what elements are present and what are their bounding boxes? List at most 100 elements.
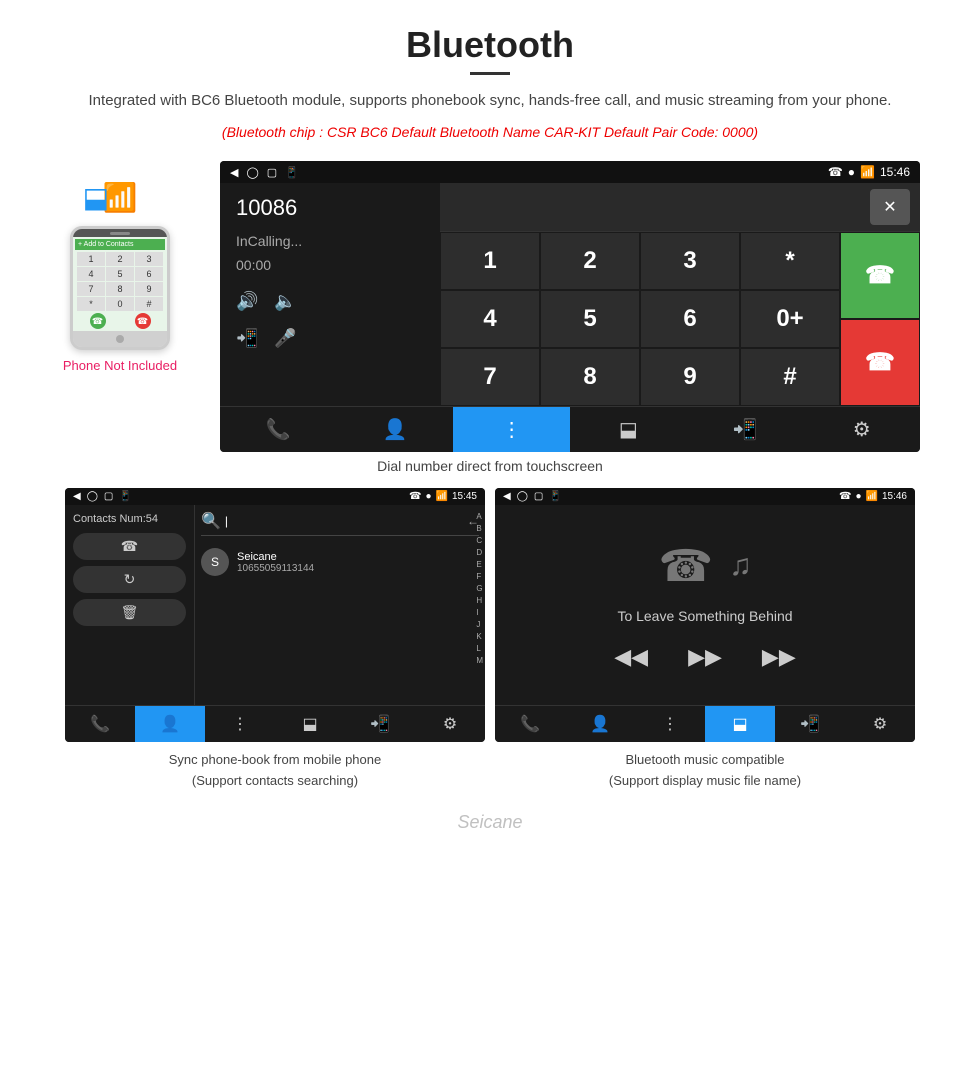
- microphone-icon[interactable]: 🎤: [274, 328, 296, 349]
- contacts-screen: ◀ ◯ ▢ 📱 ☎ ● 📶 15:45 Contacts Num:54 ☎: [65, 488, 485, 742]
- dial-right-panel: ✕ 1 2 3 * 4 5 6 0+: [440, 183, 920, 406]
- music-nav-transfer[interactable]: 📲: [775, 706, 845, 742]
- contact-number: 10655059113144: [237, 563, 314, 574]
- alpha-scroll-list[interactable]: A B C D E F G H I J K L M: [476, 511, 483, 667]
- alpha-c[interactable]: C: [476, 535, 483, 547]
- music-recents-icon: ▢: [534, 491, 543, 502]
- phone-bottom-bar: [73, 331, 167, 347]
- call-button[interactable]: ☎: [840, 232, 920, 319]
- contacts-sync-btn[interactable]: ↻: [73, 566, 186, 593]
- backspace-button[interactable]: ✕: [870, 189, 910, 225]
- bottom-captions: Sync phone-book from mobile phone(Suppor…: [60, 750, 920, 792]
- dial-number: 10086: [236, 195, 424, 221]
- key-star[interactable]: *: [740, 232, 840, 290]
- key-2[interactable]: 2: [540, 232, 640, 290]
- main-screen-section: ◀ ◯ ▢ 📱 ☎ ● 📶 15:46: [220, 161, 980, 452]
- key-9[interactable]: 9: [640, 348, 740, 406]
- status-bar-left: ◀ ◯ ▢ 📱: [230, 166, 299, 179]
- contacts-nav-keypad[interactable]: ⋮: [205, 706, 275, 742]
- key-6: 6: [135, 267, 163, 281]
- key-1: 1: [77, 252, 105, 266]
- alpha-m[interactable]: M: [476, 655, 483, 667]
- music-status-right: ☎ ● 📶 15:46: [839, 491, 907, 502]
- dial-extra-controls: 📲 🎤: [236, 328, 424, 349]
- contacts-nav-contacts[interactable]: 👤: [135, 706, 205, 742]
- contacts-status-right: ☎ ● 📶 15:45: [409, 491, 477, 502]
- next-track-button[interactable]: ▶▶: [762, 644, 796, 670]
- contacts-delete-btn[interactable]: 🗑: [73, 599, 186, 626]
- music-nav-contacts[interactable]: 👤: [565, 706, 635, 742]
- alpha-b[interactable]: B: [476, 523, 483, 535]
- nav-transfer[interactable]: 📲: [687, 407, 804, 452]
- nav-call[interactable]: 📞: [220, 407, 337, 452]
- alpha-g[interactable]: G: [476, 583, 483, 595]
- dial-left-panel: 10086 InCalling... 00:00 🔊 🔈 📲 🎤: [220, 183, 440, 406]
- alpha-a[interactable]: A: [476, 511, 483, 523]
- nav-settings[interactable]: ⚙: [803, 407, 920, 452]
- music-nav-bluetooth[interactable]: ⬓: [705, 706, 775, 742]
- nav-keypad[interactable]: ⋮: [453, 407, 570, 452]
- nav-contacts[interactable]: 👤: [337, 407, 454, 452]
- music-nav-call[interactable]: 📞: [495, 706, 565, 742]
- contacts-nav-bluetooth[interactable]: ⬓: [275, 706, 345, 742]
- key-6[interactable]: 6: [640, 290, 740, 348]
- phone-end-btn: ☎: [135, 313, 151, 329]
- contacts-wifi-icon: 📶: [436, 491, 448, 502]
- key-4[interactable]: 4: [440, 290, 540, 348]
- phone-signal-icon: ☎: [828, 165, 843, 179]
- music-body: ☎ ♫ To Leave Something Behind ◀◀ ▶▶ ▶▶: [495, 505, 915, 705]
- music-nav-keypad[interactable]: ⋮: [635, 706, 705, 742]
- key-8[interactable]: 8: [540, 348, 640, 406]
- phone-screen: + Add to Contacts 1 2 3 4 5 6 7 8 9 * 0 …: [73, 237, 167, 331]
- prev-track-button[interactable]: ◀◀: [614, 644, 648, 670]
- key-7[interactable]: 7: [440, 348, 540, 406]
- play-pause-button[interactable]: ▶▶: [688, 644, 722, 670]
- contact-item[interactable]: S Seicane 10655059113144: [201, 544, 479, 580]
- music-wifi-icon: 📶: [866, 491, 878, 502]
- phone-header-bar: + Add to Contacts: [75, 239, 165, 250]
- alpha-d[interactable]: D: [476, 547, 483, 559]
- contacts-nav-settings[interactable]: ⚙: [415, 706, 485, 742]
- alpha-h[interactable]: H: [476, 595, 483, 607]
- nav-bluetooth[interactable]: ⬓: [570, 407, 687, 452]
- key-3[interactable]: 3: [640, 232, 740, 290]
- music-playback-controls: ◀◀ ▶▶ ▶▶: [614, 644, 796, 670]
- dial-status: InCalling...: [236, 233, 424, 249]
- music-phone-graphic: ☎: [658, 541, 713, 592]
- alpha-l[interactable]: L: [476, 643, 483, 655]
- contacts-caption-text: Sync phone-book from mobile phone(Suppor…: [169, 752, 381, 788]
- left-phone-section: 📶 ⬓ + Add to Contacts 1 2 3 4 5: [0, 161, 220, 373]
- phone-not-included-label: Phone Not Included: [63, 358, 177, 373]
- key-5: 5: [106, 267, 134, 281]
- key-5[interactable]: 5: [540, 290, 640, 348]
- header-description: Integrated with BC6 Bluetooth module, su…: [60, 89, 920, 113]
- contacts-call-btn[interactable]: ☎: [73, 533, 186, 560]
- volume-up-icon[interactable]: 🔊: [236, 291, 258, 312]
- contacts-nav-icons: ◀ ◯ ▢ 📱: [73, 491, 132, 502]
- key-hash[interactable]: #: [740, 348, 840, 406]
- music-screen: ◀ ◯ ▢ 📱 ☎ ● 📶 15:46 ☎ ♫ To Leave Somethi: [495, 488, 915, 742]
- header-specs: (Bluetooth chip : CSR BC6 Default Blueto…: [60, 121, 920, 143]
- alpha-f[interactable]: F: [476, 571, 483, 583]
- key-1[interactable]: 1: [440, 232, 540, 290]
- music-caption-text: Bluetooth music compatible(Support displ…: [609, 752, 801, 788]
- alpha-i[interactable]: I: [476, 607, 483, 619]
- alpha-e[interactable]: E: [476, 559, 483, 571]
- key-0plus[interactable]: 0+: [740, 290, 840, 348]
- home-nav-icon: ◯: [246, 166, 258, 179]
- contacts-bottom-nav: 📞 👤 ⋮ ⬓ 📲 ⚙: [65, 705, 485, 742]
- contacts-status-bar: ◀ ◯ ▢ 📱 ☎ ● 📶 15:45: [65, 488, 485, 505]
- music-location-icon: ●: [855, 491, 861, 502]
- alpha-k[interactable]: K: [476, 631, 483, 643]
- contacts-nav-transfer[interactable]: 📲: [345, 706, 415, 742]
- alpha-j[interactable]: J: [476, 619, 483, 631]
- top-area: 📶 ⬓ + Add to Contacts 1 2 3 4 5: [0, 161, 980, 452]
- end-button[interactable]: ☎: [840, 319, 920, 406]
- transfer-icon[interactable]: 📲: [236, 328, 258, 349]
- key-4: 4: [77, 267, 105, 281]
- time-display: 15:46: [880, 165, 910, 179]
- contacts-nav-call[interactable]: 📞: [65, 706, 135, 742]
- volume-down-icon[interactable]: 🔈: [274, 291, 296, 312]
- music-nav-settings[interactable]: ⚙: [845, 706, 915, 742]
- contacts-notif-icon: 📱: [119, 491, 131, 502]
